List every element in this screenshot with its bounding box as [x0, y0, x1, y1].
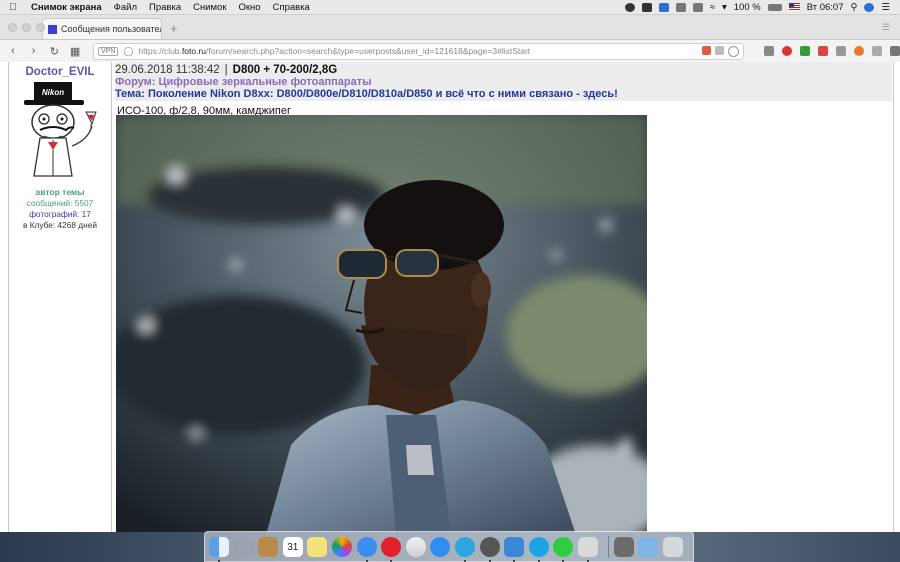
url-rest: /forum/search.php?action=search&type=use…	[206, 46, 531, 56]
download-icon[interactable]	[890, 46, 900, 56]
post-header: 29.06.2018 11:38:42 | D800 + 70-200/2,8G Ф…	[115, 62, 892, 101]
us-flag-icon[interactable]	[788, 3, 800, 11]
spotlight-icon[interactable]: ⚲	[851, 2, 858, 13]
photos-icon[interactable]	[331, 536, 352, 557]
menu-bar:  Снимок экрана Файл Правка Снимок Окно …	[0, 0, 900, 15]
extension-shield-icon[interactable]	[818, 46, 828, 56]
url-prefix: https://club.	[138, 46, 182, 56]
tab-title: Сообщения пользовател	[61, 24, 161, 34]
dock: 31	[204, 531, 694, 562]
extension-adblock-icon[interactable]	[782, 46, 792, 56]
speed-dial-icon[interactable]: ▦	[67, 45, 83, 58]
share-icon[interactable]	[872, 46, 882, 56]
menu-window[interactable]: Окно	[239, 2, 261, 13]
screen-icon[interactable]	[641, 2, 652, 12]
forum-link[interactable]: Форум: Цифровые зеркальные фотоаппараты	[115, 76, 888, 88]
browser-window: Сообщения пользовател + ☰ ‹ › ↻ ▦ VPN ◯ …	[0, 15, 900, 532]
topic-author-label: автор темы	[35, 187, 85, 197]
post-subject: D800 + 70-200/2,8G	[232, 64, 338, 76]
separator: |	[224, 64, 228, 76]
tab-active[interactable]: Сообщения пользовател	[42, 18, 162, 39]
post-datetime: 29.06.2018 11:38:42	[115, 64, 220, 76]
skype-icon[interactable]	[528, 536, 549, 562]
heart-icon[interactable]	[728, 45, 739, 57]
app-menu[interactable]: Снимок экрана	[31, 2, 102, 13]
url-host: foto.ru	[181, 46, 206, 56]
zoom-window-button[interactable]	[36, 23, 45, 32]
close-window-button[interactable]	[8, 23, 17, 32]
menu-snapshot[interactable]: Снимок	[193, 2, 226, 13]
clock[interactable]: Вт 06:07	[807, 2, 844, 13]
dock-separator	[607, 535, 609, 558]
menu-help[interactable]: Справка	[273, 2, 310, 13]
wifi-icon[interactable]: ≈	[710, 2, 715, 13]
minimize-window-button[interactable]	[22, 23, 31, 32]
tab-bar: Сообщения пользовател + ☰	[0, 15, 900, 40]
menu-edit[interactable]: Правка	[149, 2, 181, 13]
extension-download-icon[interactable]	[800, 46, 810, 56]
siri-icon[interactable]	[864, 2, 875, 12]
messages-count[interactable]: сообщений: 5507	[9, 198, 111, 208]
extension-cloud-icon[interactable]	[764, 46, 774, 56]
tab-menu-icon[interactable]: ☰	[882, 22, 890, 33]
messages-icon[interactable]	[356, 536, 377, 562]
opera-icon[interactable]	[381, 536, 402, 562]
author-username[interactable]: Doctor_EVIL	[9, 66, 111, 78]
menu-file[interactable]: Файл	[114, 2, 137, 13]
vpn-badge[interactable]: VPN	[97, 46, 119, 56]
cloud-icon[interactable]	[504, 536, 525, 562]
topic-link[interactable]: Тема: Поколение Nikon D8xx: D800/D800e/D…	[115, 88, 888, 100]
snapshot-icon[interactable]	[702, 45, 711, 55]
post-date-line: 29.06.2018 11:38:42 | D800 + 70-200/2,8G	[115, 64, 888, 76]
battery-icon[interactable]	[767, 3, 782, 11]
club-days: в Клубе: 4268 дней	[23, 220, 97, 230]
notes-icon[interactable]	[258, 536, 279, 557]
battery-text[interactable]: 100 %	[734, 2, 761, 13]
calendar-icon[interactable]: 31	[282, 536, 303, 557]
notification-icon[interactable]	[675, 2, 686, 12]
preview-icon[interactable]	[577, 536, 598, 562]
telegram-icon[interactable]	[454, 536, 475, 562]
url-text[interactable]: https://club.foto.ru/forum/search.php?ac…	[138, 46, 530, 56]
notification-center-icon[interactable]: ☰	[881, 2, 890, 13]
avatar-hat-text: Nikon	[42, 88, 64, 97]
trash-icon[interactable]	[662, 536, 683, 557]
post-photo[interactable]	[116, 115, 647, 532]
skype-status-icon[interactable]	[624, 2, 635, 12]
post: 29.06.2018 11:38:42 | D800 + 70-200/2,8G Ф…	[115, 62, 892, 532]
whatsapp-icon[interactable]	[553, 536, 574, 562]
itunes-icon[interactable]	[405, 536, 426, 557]
launchpad-icon[interactable]	[233, 536, 254, 557]
volume-icon[interactable]: ▾	[722, 2, 727, 13]
forward-icon[interactable]: ›	[26, 45, 42, 57]
page-content: Doctor_EVIL Nikon автор темы сообщений: …	[0, 62, 900, 532]
cloud-status-icon[interactable]	[658, 2, 669, 12]
stickies-icon[interactable]	[307, 536, 328, 557]
downloads-folder-icon[interactable]	[638, 536, 659, 557]
bluetooth-icon[interactable]	[692, 2, 703, 12]
extensions-bar	[756, 46, 900, 56]
address-actions	[698, 45, 743, 57]
image-capture-icon[interactable]	[613, 536, 634, 557]
apple-menu-icon[interactable]: 	[9, 2, 23, 13]
screenshot-icon[interactable]	[479, 536, 500, 562]
finder-icon[interactable]	[209, 536, 229, 562]
app-store-icon[interactable]	[430, 536, 451, 557]
post-frame: Doctor_EVIL Nikon автор темы сообщений: …	[8, 62, 894, 532]
photos-count[interactable]: фотографий: 17	[9, 209, 111, 219]
reload-icon[interactable]: ↻	[46, 45, 62, 58]
extension-map-icon[interactable]	[836, 46, 846, 56]
reader-icon[interactable]	[715, 45, 724, 55]
globe-icon: ◯	[123, 45, 134, 56]
new-tab-button[interactable]: +	[170, 21, 178, 36]
status-area: ≈ ▾ 100 % Вт 06:07 ⚲ ☰	[618, 2, 900, 13]
author-sidebar: Doctor_EVIL Nikon автор темы сообщений: …	[9, 62, 112, 532]
avatar[interactable]: Nikon	[20, 80, 100, 180]
back-icon[interactable]: ‹	[5, 45, 21, 57]
browser-toolbar: ‹ › ↻ ▦ VPN ◯ https://club.foto.ru/forum…	[0, 40, 900, 63]
address-bar[interactable]: VPN ◯ https://club.foto.ru/forum/search.…	[92, 42, 744, 60]
extension-f-icon[interactable]	[854, 46, 864, 56]
window-controls	[8, 23, 50, 32]
